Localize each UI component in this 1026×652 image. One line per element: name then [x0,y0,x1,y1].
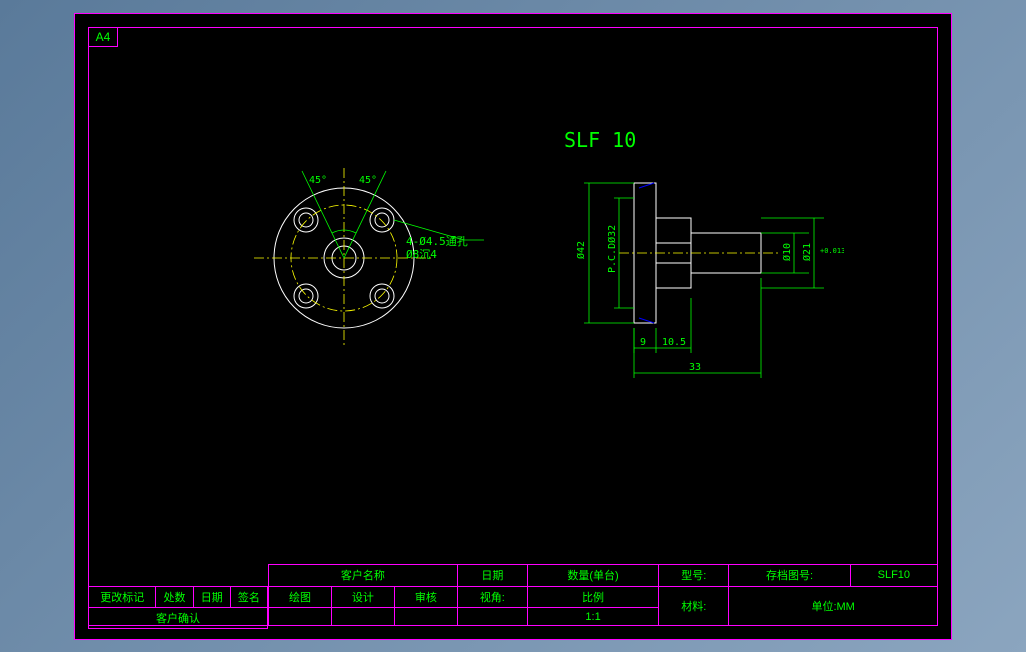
tb-changemark: 更改标记 [89,587,156,608]
dim-l10-5: 10.5 [662,337,686,348]
tb-date: 日期 [193,587,230,608]
side-view: Ø42 P.C.DØ32 Ø10 Ø21 +0.013/-0.013 9 10.… [504,153,844,383]
dim-angle2: 45° [359,175,377,186]
dim-tol: +0.013/-0.013 [820,247,844,255]
tb-design: 设计 [331,586,394,608]
dim-d42: Ø42 [575,241,587,259]
tb-view: 视角: [457,586,527,608]
tb-draw: 绘图 [269,586,332,608]
tb-model: 型号: [659,565,729,587]
tb-sign: 签名 [230,587,267,608]
tb-scale-val: 1:1 [527,608,658,626]
tb-qty: 数量(单台) [527,565,658,587]
dim-cbore: Ø8沉4 [406,246,437,262]
dim-pcd: P.C.DØ32 [606,225,618,273]
dim-l33: 33 [689,362,701,373]
tb-check: 审核 [394,586,457,608]
dim-d10: Ø10 [781,243,793,261]
dim-d21: Ø21 [801,243,813,261]
part-title: SLF 10 [564,128,636,152]
tb-scale: 比例 [527,586,658,608]
tb-material: 材料: [659,586,729,625]
tb-unit: 单位:MM [729,586,938,625]
tb-customer: 客户名称 [269,565,458,587]
tb-count: 处数 [156,587,193,608]
dim-l9: 9 [640,337,646,348]
title-block: 更改标记 处数 日期 签名 客户确认 客户名称 日期 数量(单台) 型号: 存档 [88,544,938,626]
cad-drawing-area: A4 SLF 10 45° [74,13,952,640]
sheet-format-label: A4 [88,27,118,47]
tb-date-h: 日期 [457,565,527,587]
tb-archive: 存档图号: [729,565,850,587]
tb-archive-val: SLF10 [850,565,937,587]
dim-angle1: 45° [309,175,327,186]
tb-confirm: 客户确认 [89,608,268,629]
